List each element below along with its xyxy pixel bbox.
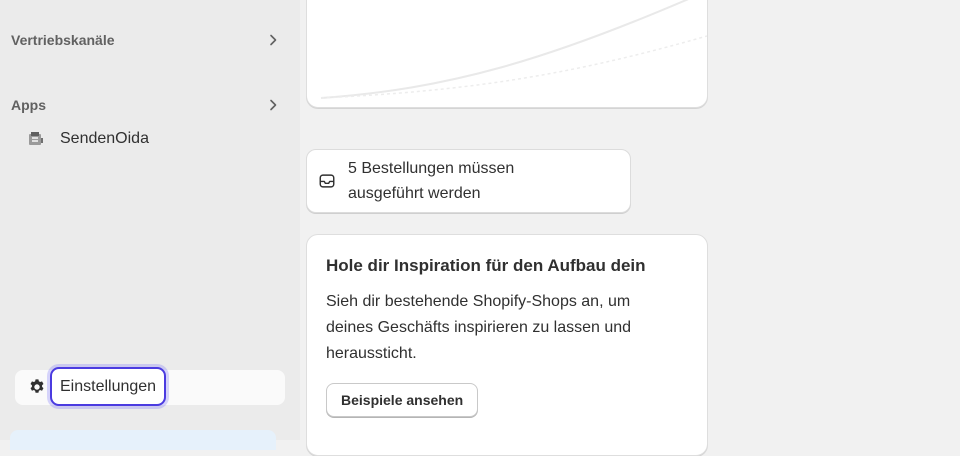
view-examples-button[interactable]: Beispiele ansehen <box>326 383 479 417</box>
chevron-right-icon[interactable] <box>265 97 281 113</box>
sidebar-section-sales-channels[interactable]: Vertriebskanäle <box>11 28 281 52</box>
orders-line-2: ausgeführt werden <box>348 185 481 202</box>
inspiration-body: Sieh dir bestehende Shopify-Shops an, um… <box>326 289 706 367</box>
sidebar-item-settings[interactable]: Einstellungen <box>15 367 285 406</box>
inspiration-body-line: deines Geschäfts inspirieren zu lassen u… <box>326 319 632 336</box>
inspiration-title: Hole dir Inspiration für den Aufbau dein <box>326 256 646 275</box>
gear-icon <box>28 378 46 396</box>
orders-to-fulfill-card[interactable]: 5 Bestellungen müssen ausgeführt werden <box>306 149 631 213</box>
sales-channels-label: Vertriebskanäle <box>11 32 115 48</box>
sidebar-item-label: SendenOida <box>60 130 149 147</box>
settings-label[interactable]: Einstellungen <box>50 367 167 406</box>
chart-card <box>306 0 708 108</box>
orders-line-1: 5 Bestellungen müssen <box>348 160 515 177</box>
sidebar-bottom-banner <box>10 430 276 450</box>
apps-label: Apps <box>11 97 46 113</box>
sidebar-section-apps[interactable]: Apps <box>11 93 281 117</box>
inspiration-body-line: Sieh dir bestehende Shopify-Shops an, um <box>326 293 631 310</box>
app-icon <box>26 129 46 149</box>
chevron-right-icon[interactable] <box>265 32 281 48</box>
orders-to-fulfill-text: 5 Bestellungen müssen ausgeführt werden <box>348 156 608 206</box>
sidebar: Vertriebskanäle Apps SendenOida Einstell… <box>0 0 300 450</box>
sidebar-item-sendenoida[interactable]: SendenOida <box>26 127 149 151</box>
inspiration-body-line: heraussticht. <box>326 345 417 362</box>
trend-chart <box>320 0 707 99</box>
inspiration-card: Hole dir Inspiration für den Aufbau dein… <box>306 234 708 456</box>
inbox-icon <box>318 172 336 190</box>
